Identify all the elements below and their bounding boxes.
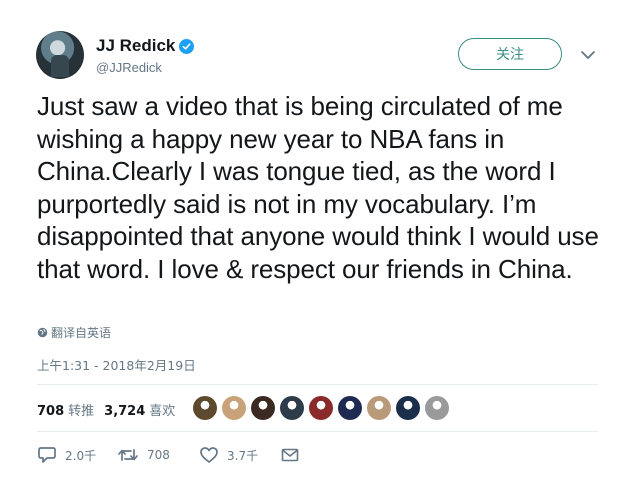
envelope-icon	[281, 448, 299, 462]
verified-badge-icon	[179, 38, 195, 54]
liker-avatar[interactable]	[193, 396, 217, 420]
follow-button[interactable]: 关注	[458, 38, 562, 70]
retweet-button[interactable]: 708	[117, 447, 199, 463]
direct-message-button[interactable]	[281, 448, 307, 462]
likes-count: 3,724	[104, 404, 146, 419]
liker-avatar[interactable]	[222, 396, 246, 420]
reply-icon	[38, 447, 56, 463]
retweet-count: 708	[147, 448, 170, 462]
globe-icon	[37, 327, 48, 338]
like-count: 3.7千	[227, 448, 259, 463]
reply-count: 2.0千	[65, 448, 97, 463]
author-name[interactable]: JJ Redick	[96, 36, 175, 56]
reply-button[interactable]: 2.0千	[37, 446, 117, 464]
liker-avatars	[193, 396, 454, 420]
tweet-timestamp[interactable]: 上午1:31 - 2018年2月19日	[37, 355, 196, 374]
like-button[interactable]: 3.7千	[199, 446, 281, 464]
divider	[37, 431, 598, 432]
more-options-chevron-down-icon[interactable]	[580, 48, 596, 60]
liker-avatar[interactable]	[396, 396, 420, 420]
liker-avatar[interactable]	[338, 396, 362, 420]
translate-label: 翻译自英语	[51, 326, 112, 340]
retweets-stat[interactable]: 708 转推	[37, 400, 94, 419]
divider	[37, 384, 598, 385]
tweet-text: Just saw a video that is being circulate…	[37, 91, 599, 284]
translate-link[interactable]: 翻译自英语	[37, 324, 111, 341]
retweet-icon	[118, 449, 138, 461]
author-name-row: JJ Redick	[96, 36, 195, 56]
liker-avatar[interactable]	[280, 396, 304, 420]
author-avatar[interactable]	[36, 31, 84, 79]
liker-avatar[interactable]	[251, 396, 275, 420]
liker-avatar[interactable]	[309, 396, 333, 420]
likes-label: 喜欢	[149, 404, 176, 419]
retweets-label: 转推	[68, 404, 95, 419]
retweets-count: 708	[37, 404, 65, 419]
engagement-stats: 708 转推 3,724 喜欢	[37, 400, 185, 419]
liker-avatar[interactable]	[425, 396, 449, 420]
author-handle[interactable]: @JJRedick	[96, 60, 162, 75]
tweet-card: JJ Redick @JJRedick 关注 Just saw a video …	[0, 0, 634, 498]
tweet-actions: 2.0千 708 3.7千	[37, 446, 307, 464]
likes-stat[interactable]: 3,724 喜欢	[104, 400, 175, 419]
heart-icon	[200, 447, 218, 463]
liker-avatar[interactable]	[367, 396, 391, 420]
